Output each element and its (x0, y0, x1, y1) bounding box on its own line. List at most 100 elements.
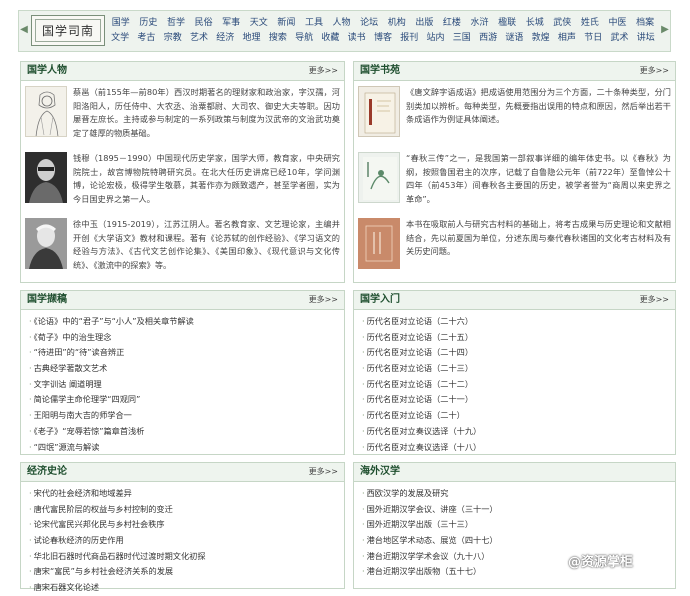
person-portrait-image[interactable] (25, 218, 67, 269)
nav-link[interactable]: 西游 (475, 31, 501, 46)
nav-link[interactable]: 三国 (449, 31, 475, 46)
nav-row-1: 国学 历史 哲学 民俗 军事 天文 新闻 工具 人物 论坛 机构 出版 红楼 水浒 楹联 长城 武侠 姓氏 中医 档案 (107, 16, 659, 31)
nav-link[interactable]: 相声 (554, 31, 580, 46)
nav-link[interactable]: 民俗 (190, 16, 218, 31)
list-item[interactable]: 王阳明与南大吉的师学合一 (29, 408, 338, 424)
nav-link[interactable]: 文学 (107, 31, 133, 46)
nav-link[interactable]: 经济 (212, 31, 238, 46)
nav-link[interactable]: 站内 (422, 31, 448, 46)
nav-link[interactable]: 军事 (217, 16, 245, 31)
book-cover-image[interactable] (358, 152, 400, 203)
nav-link[interactable]: 搜索 (265, 31, 291, 46)
top-nav: ◀ 国学司南 国学 历史 哲学 民俗 军事 天文 新闻 工具 人物 论坛 机构 出版 红楼 水浒 楹联 长城武… (18, 10, 671, 52)
list-item[interactable]: 唐宋石器文化论述 (29, 580, 338, 596)
book-cover-image[interactable] (358, 218, 400, 269)
nav-link[interactable]: 考古 (133, 31, 159, 46)
book-entry: 本书在吸取前人与研究古村料的基础上，将考古成果与历史理论和文献相结合，先以前夏国… (358, 218, 671, 269)
nav-link[interactable]: 长城 (521, 16, 549, 31)
list-item[interactable]: “待进田”的“待”读音辨正 (29, 345, 338, 361)
person-description: 徐中玉（1915-2019），江苏江阴人。著名教育家、文艺理论家，主编并开创《大… (73, 219, 340, 270)
person-description: 蔡邕（前155年—前80年）西汉时期著名的理财家和政治家，字汉孺，河阳洛阳人，历… (73, 87, 340, 138)
nav-link[interactable]: 历史 (135, 16, 163, 31)
site-logo[interactable]: 国学司南 (31, 15, 105, 46)
nav-link[interactable]: 宗教 (160, 31, 186, 46)
person-portrait-image[interactable] (25, 152, 67, 203)
list-item[interactable]: 历代名臣对立论语（二十二） (362, 377, 669, 393)
article-list: 《论语》中的“君子”与“小人”及相关章节解读 《荀子》中的治生理念 “待进田”的… (29, 314, 338, 455)
list-item[interactable]: 宋代的社会经济和地域差异 (29, 486, 338, 502)
nav-link[interactable]: 机构 (383, 16, 411, 31)
nav-link[interactable]: 姓氏 (576, 16, 604, 31)
list-item[interactable]: 国外近期汉学会议、讲座（三十一） (362, 502, 669, 518)
nav-link[interactable]: 收藏 (317, 31, 343, 46)
nav-link[interactable]: 导航 (291, 31, 317, 46)
panel-header: 国学书苑 更多>> (354, 62, 675, 81)
list-item[interactable]: 历代名臣对立论语（二十四） (362, 345, 669, 361)
more-link[interactable]: 更多>> (640, 291, 669, 309)
nav-right-arrow-icon[interactable]: ▶ (661, 20, 669, 40)
more-link[interactable]: 更多>> (309, 291, 338, 309)
nav-link[interactable]: 艺术 (186, 31, 212, 46)
nav-link[interactable]: 读书 (344, 31, 370, 46)
list-item[interactable]: 《荀子》中的治生理念 (29, 330, 338, 346)
nav-link[interactable]: 报刊 (396, 31, 422, 46)
list-item[interactable]: 国外近期汉学出版（三十三） (362, 517, 669, 533)
list-item[interactable]: 历代名臣对立论语（二十） (362, 408, 669, 424)
nav-link[interactable]: 谜语 (501, 31, 527, 46)
list-item[interactable]: 文字训诂 阐道明理 (29, 377, 338, 393)
panel-title: 海外汉学 (360, 466, 400, 477)
book-description: “春秋三传”之一，是我国第一部叙事详细的编年体史书。以《春秋》为纲，按照鲁国君主… (406, 153, 671, 204)
nav-link[interactable]: 出版 (411, 16, 439, 31)
list-item[interactable]: 试论春秋经济的历史作用 (29, 533, 338, 549)
list-item[interactable]: 华北旧石器时代商品石器时代过渡时期文化初探 (29, 549, 338, 565)
more-link[interactable]: 更多>> (309, 62, 338, 80)
list-item[interactable]: 西欧汉学的发展及研究 (362, 486, 669, 502)
list-item[interactable]: 古典经学著散文艺术 (29, 361, 338, 377)
list-item[interactable]: 历代名臣对立论语（二十六） (362, 314, 669, 330)
list-item[interactable]: 《论语》中的“君子”与“小人”及相关章节解读 (29, 314, 338, 330)
list-item[interactable]: 港台地区学术动态、展览（四十七） (362, 533, 669, 549)
nav-link[interactable]: 档案 (631, 16, 659, 31)
list-item[interactable]: “四氓”源流与解读 (29, 440, 338, 456)
nav-link[interactable]: 新闻 (273, 16, 301, 31)
person-entry: 钱穆（1895－1990）中国现代历史学家，国学大师，教育家，中央研究院院士，故… (25, 152, 340, 206)
nav-links: 国学 历史 哲学 民俗 军事 天文 新闻 工具 人物 论坛 机构 出版 红楼 水浒 楹联 长城 武侠 姓氏 中医 档案… (107, 16, 659, 46)
nav-link[interactable]: 敦煌 (528, 31, 554, 46)
nav-left-arrow-icon[interactable]: ◀ (20, 20, 28, 40)
person-description: 钱穆（1895－1990）中国现代历史学家，国学大师，教育家，中央研究院院士，故… (73, 153, 340, 204)
panel-guoxue-shuyuan: 国学书苑 更多>> 《唐文辞字语成语》把成语使用范围分为三个方面，二十条种类型，… (353, 61, 676, 283)
nav-link[interactable]: 论坛 (355, 16, 383, 31)
list-item[interactable]: 历代名臣对立论语（二十五） (362, 330, 669, 346)
nav-link[interactable]: 楹联 (493, 16, 521, 31)
book-entry: “春秋三传”之一，是我国第一部叙事详细的编年体史书。以《春秋》为纲，按照鲁国君主… (358, 152, 671, 206)
list-item[interactable]: 简论儒学主命伦理学“四观同” (29, 392, 338, 408)
list-item[interactable]: 历代名臣对立论语（二十三） (362, 361, 669, 377)
nav-link[interactable]: 节日 (580, 31, 606, 46)
nav-link[interactable]: 哲学 (162, 16, 190, 31)
nav-link[interactable]: 地理 (238, 31, 264, 46)
list-item[interactable]: 唐代富民阶层的权益与乡村控制的变迁 (29, 502, 338, 518)
nav-link[interactable]: 武术 (606, 31, 632, 46)
nav-link[interactable]: 中医 (604, 16, 632, 31)
list-item[interactable]: 历代名臣对立论语（二十一） (362, 392, 669, 408)
nav-link[interactable]: 武侠 (549, 16, 577, 31)
person-portrait-image[interactable] (25, 86, 67, 137)
list-item[interactable]: 历代名臣对立奏议选译（十九） (362, 424, 669, 440)
book-description: 本书在吸取前人与研究古村料的基础上，将考古成果与历史理论和文献相结合，先以前夏国… (406, 219, 671, 256)
nav-link[interactable]: 国学 (107, 16, 135, 31)
nav-link[interactable]: 工具 (300, 16, 328, 31)
more-link[interactable]: 更多>> (309, 463, 338, 481)
list-item[interactable]: 唐宋“富民”与乡村社会经济关系的发展 (29, 564, 338, 580)
nav-link[interactable]: 天文 (245, 16, 273, 31)
panel-header: 经济史论 更多>> (21, 463, 344, 482)
list-item[interactable]: 论宋代富民兴邦化民与乡村社会秩序 (29, 517, 338, 533)
book-cover-image[interactable] (358, 86, 400, 137)
nav-link[interactable]: 水浒 (466, 16, 494, 31)
list-item[interactable]: 《老子》“宠辱若惊”篇章首浅析 (29, 424, 338, 440)
nav-link[interactable]: 人物 (328, 16, 356, 31)
nav-link[interactable]: 博客 (370, 31, 396, 46)
nav-link[interactable]: 红楼 (438, 16, 466, 31)
list-item[interactable]: 历代名臣对立奏议选译（十八） (362, 440, 669, 456)
nav-link[interactable]: 讲坛 (633, 31, 659, 46)
more-link[interactable]: 更多>> (640, 62, 669, 80)
